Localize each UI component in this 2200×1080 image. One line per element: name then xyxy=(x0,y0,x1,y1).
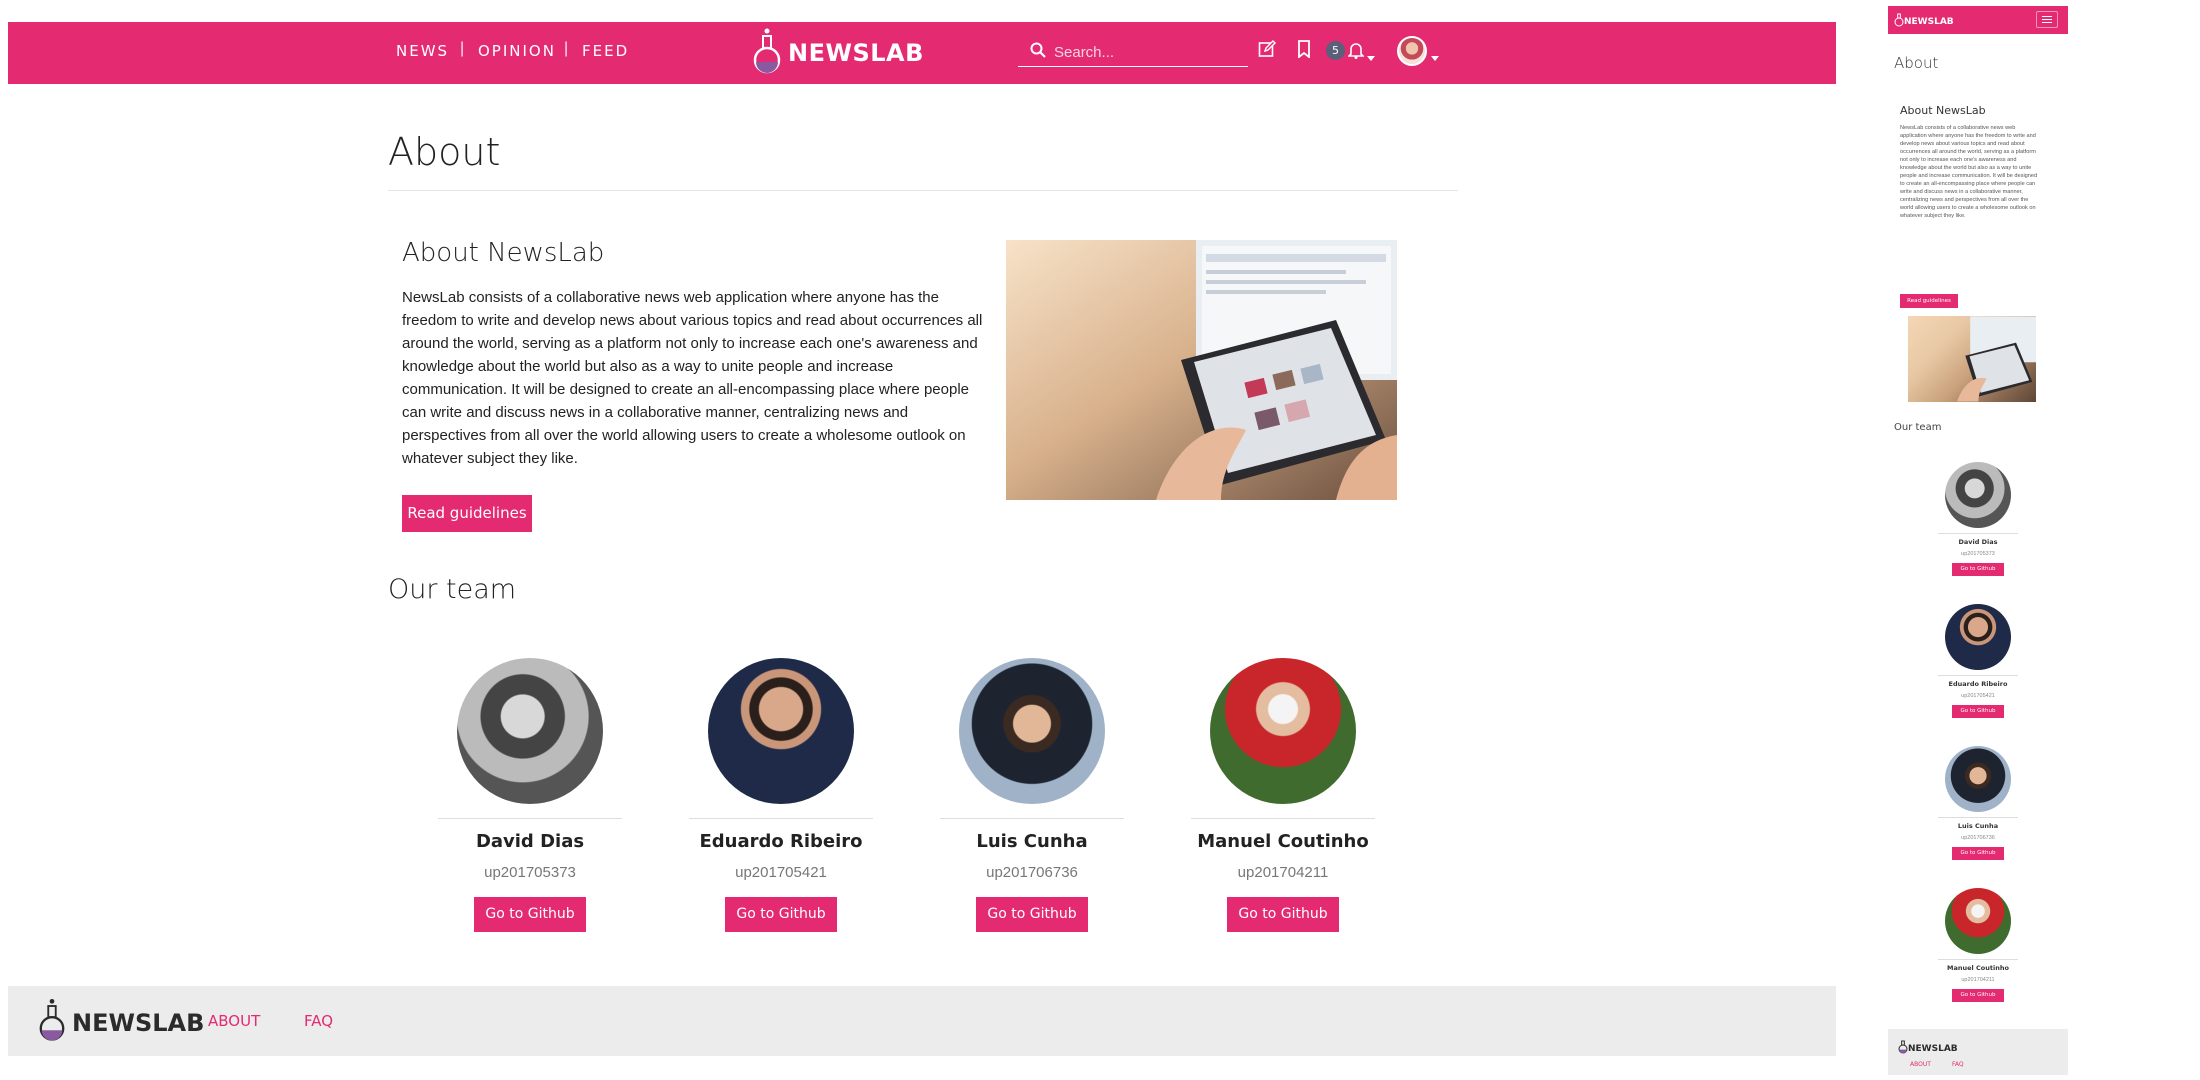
bookmark-icon[interactable] xyxy=(1297,40,1311,63)
member-id: up201705373 xyxy=(1961,551,1995,557)
mobile-footer-link-about[interactable]: ABOUT xyxy=(1910,1061,1931,1068)
nav-separator: | xyxy=(460,40,465,57)
mobile-page-title: About xyxy=(1894,54,1939,72)
mobile-footer-logo[interactable]: NEWSLAB xyxy=(1898,1037,1958,1060)
mobile-footer-link-faq[interactable]: FAQ xyxy=(1952,1061,1964,1068)
member-id: up201704211 xyxy=(1961,977,1995,983)
github-button[interactable]: Go to Github xyxy=(976,897,1088,932)
divider xyxy=(438,818,622,819)
member-photo xyxy=(959,658,1105,804)
member-name: David Dias xyxy=(1958,538,1998,546)
about-description: NewsLab consists of a collaborative news… xyxy=(402,289,983,467)
mobile-footer: NEWSLAB ABOUT FAQ xyxy=(1888,1029,2068,1075)
menu-icon[interactable] xyxy=(2036,11,2058,28)
divider xyxy=(388,190,1458,191)
team-member-card: Luis Cunha up201706736 Go to Github xyxy=(940,658,1124,932)
divider xyxy=(940,818,1124,819)
github-button[interactable]: Go to Github xyxy=(1952,847,2004,860)
mobile-about-heading: About NewsLab xyxy=(1900,104,1986,117)
mobile-read-guidelines-button[interactable]: Read guidelines xyxy=(1900,294,1958,308)
mobile-navbar: NEWSLAB xyxy=(1888,6,2068,34)
nav-link-opinion[interactable]: OPINION xyxy=(478,42,556,60)
member-id: up201704211 xyxy=(1237,864,1329,881)
search-icon[interactable] xyxy=(1030,42,1046,63)
member-photo xyxy=(1210,658,1356,804)
avatar[interactable] xyxy=(1397,36,1427,66)
brand-logo[interactable]: NEWSLAB xyxy=(752,28,924,78)
caret-down-icon[interactable] xyxy=(1431,48,1439,66)
member-photo xyxy=(1945,888,2011,954)
mobile-brand-name: NEWSLAB xyxy=(1904,16,1954,27)
caret-down-icon[interactable] xyxy=(1367,48,1375,66)
member-name: Manuel Coutinho xyxy=(1197,831,1369,852)
mobile-team-member-card: Eduardo Ribeiro up201705421 Go to Github xyxy=(1928,604,2028,718)
member-id: up201705421 xyxy=(1961,693,1995,699)
member-photo xyxy=(1945,604,2011,670)
flask-logo-icon xyxy=(1894,10,1904,33)
page-title: About xyxy=(388,130,501,174)
footer-brand-name: NEWSLAB xyxy=(72,1008,205,1037)
flask-logo-icon xyxy=(1898,1037,1908,1060)
member-photo xyxy=(1945,462,2011,528)
mobile-brand-logo[interactable]: NEWSLAB xyxy=(1894,10,1954,33)
team-heading: Our team xyxy=(388,574,517,605)
team-member-card: Manuel Coutinho up201704211 Go to Github xyxy=(1191,658,1375,932)
nav-link-feed[interactable]: FEED xyxy=(582,42,629,60)
search-input[interactable] xyxy=(1052,40,1246,64)
read-guidelines-button[interactable]: Read guidelines xyxy=(402,495,532,532)
github-button[interactable]: Go to Github xyxy=(1227,897,1339,932)
member-id: up201705421 xyxy=(735,864,827,881)
notification-count-badge: 5 xyxy=(1326,41,1345,60)
mobile-team-heading: Our team xyxy=(1894,422,1942,433)
mobile-tablet-photo xyxy=(1908,316,2036,402)
edit-icon[interactable] xyxy=(1258,40,1276,63)
divider xyxy=(1938,959,2018,960)
desktop-view: NEWS | OPINION | FEED NEWSLAB Search... … xyxy=(8,22,1836,1056)
member-id: up201705373 xyxy=(484,864,576,881)
member-id: up201706736 xyxy=(1961,835,1995,841)
about-heading: About NewsLab xyxy=(402,238,605,268)
mobile-team-member-card: Luis Cunha up201706736 Go to Github xyxy=(1928,746,2028,860)
divider xyxy=(1938,817,2018,818)
nav-link-news[interactable]: NEWS xyxy=(396,42,449,60)
github-button[interactable]: Go to Github xyxy=(474,897,586,932)
flask-logo-icon xyxy=(38,996,66,1049)
member-photo xyxy=(708,658,854,804)
member-photo xyxy=(1945,746,2011,812)
github-button[interactable]: Go to Github xyxy=(725,897,837,932)
member-name: Luis Cunha xyxy=(976,831,1088,852)
divider xyxy=(1938,675,2018,676)
mobile-team-member-card: Manuel Coutinho up201704211 Go to Github xyxy=(1928,888,2028,1002)
brand-name: NEWSLAB xyxy=(788,39,924,67)
flask-logo-icon xyxy=(752,26,782,81)
mobile-about-description: NewsLab consists of a collaborative news… xyxy=(1900,125,2038,219)
nav-separator: | xyxy=(564,40,569,57)
divider xyxy=(689,818,873,819)
member-photo xyxy=(457,658,603,804)
member-name: Luis Cunha xyxy=(1957,822,1999,830)
mobile-footer-brand-name: NEWSLAB xyxy=(1908,1043,1958,1054)
team-member-card: Eduardo Ribeiro up201705421 Go to Github xyxy=(689,658,873,932)
divider xyxy=(1191,818,1375,819)
mobile-view: NEWSLAB About About NewsLab NewsLab cons… xyxy=(1888,6,2068,1075)
bell-icon[interactable] xyxy=(1347,41,1365,64)
footer-logo[interactable]: NEWSLAB xyxy=(38,996,204,1049)
github-button[interactable]: Go to Github xyxy=(1952,989,2004,1002)
member-name: Eduardo Ribeiro xyxy=(1948,680,2008,688)
footer-link-about[interactable]: ABOUT xyxy=(208,1012,260,1030)
footer-link-faq[interactable]: FAQ xyxy=(304,1012,333,1030)
tablet-photo xyxy=(1006,240,1397,500)
divider xyxy=(1938,533,2018,534)
member-id: up201706736 xyxy=(986,864,1078,881)
member-name: Eduardo Ribeiro xyxy=(699,831,863,852)
footer: NEWSLAB ABOUT FAQ xyxy=(8,986,1836,1056)
member-name: David Dias xyxy=(475,831,585,852)
team-member-card: David Dias up201705373 Go to Github xyxy=(438,658,622,932)
navbar: NEWS | OPINION | FEED NEWSLAB Search... … xyxy=(8,22,1836,84)
github-button[interactable]: Go to Github xyxy=(1952,563,2004,576)
mobile-team-member-card: David Dias up201705373 Go to Github xyxy=(1928,462,2028,576)
member-name: Manuel Coutinho xyxy=(1947,964,2009,972)
search-box xyxy=(1018,38,1248,67)
github-button[interactable]: Go to Github xyxy=(1952,705,2004,718)
